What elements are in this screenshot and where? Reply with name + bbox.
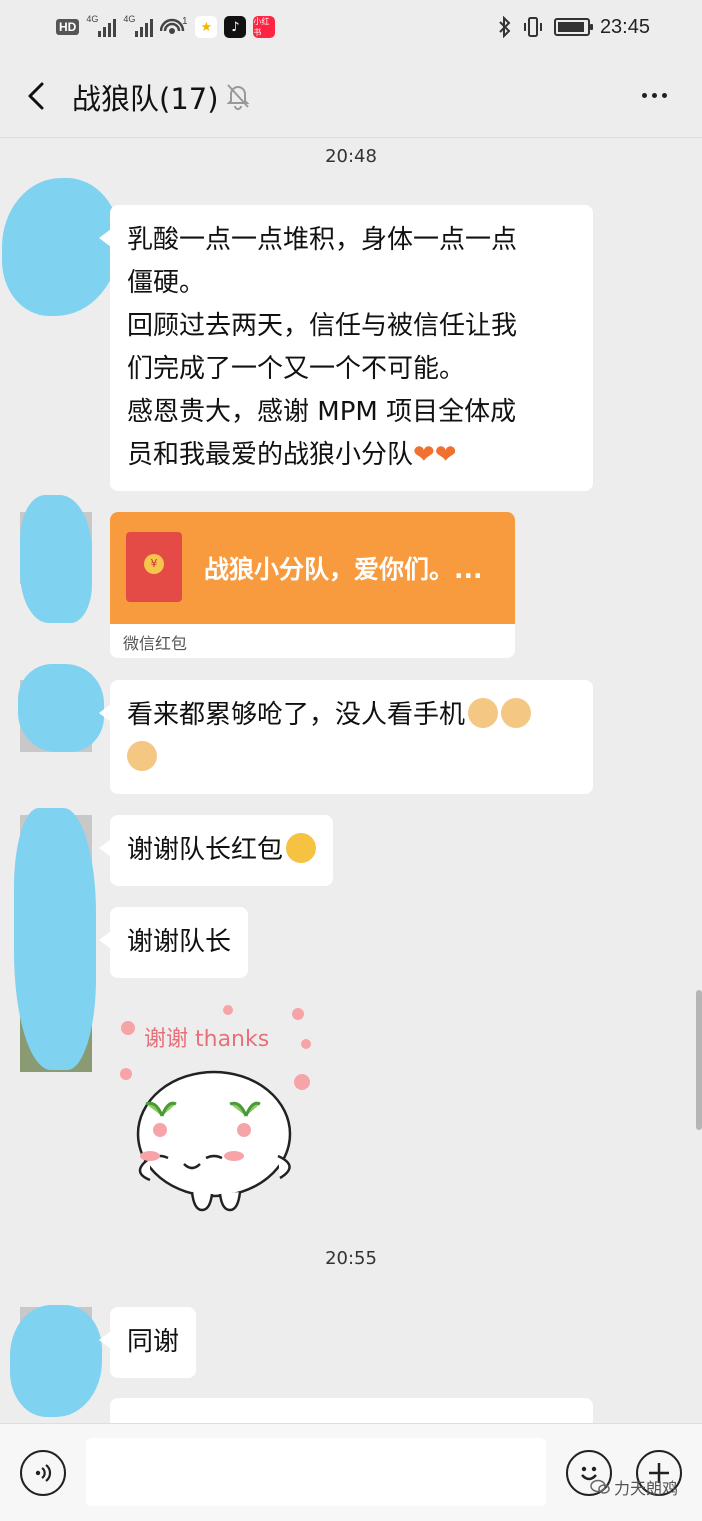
message-bubble[interactable]: 乳酸一点一点堆积，身体一点一点 僵硬。 回顾过去两天，信任与被信任让我 们完成了… [99, 205, 593, 491]
star-app-icon: ★ [195, 16, 218, 38]
handshake-emoji-icon [127, 741, 157, 771]
scrollbar[interactable] [696, 990, 702, 1130]
message-text: 看来都累够呛了，没人看手机 [127, 700, 466, 730]
bluetooth-icon [499, 16, 511, 38]
chat-header: 战狼队(17) [0, 56, 702, 138]
hd-indicator: HD [56, 19, 80, 35]
input-bar: 力天朗鸡 [0, 1423, 702, 1521]
red-envelope-icon: ¥ [126, 532, 182, 602]
chat-title: 战狼队(17) [72, 82, 219, 116]
tiktok-icon: ♪ [224, 16, 247, 38]
avatar-blur-mask [2, 178, 120, 316]
status-bar: HD 4G 4G 1 ★ ♪ 小红书 23:45 [0, 0, 702, 54]
hotspot-icon: 1 [160, 16, 188, 34]
avatar-blur-mask [18, 664, 104, 752]
back-arrow-icon[interactable] [18, 76, 58, 116]
message-line: 乳酸一点一点堆积，身体一点一点 [127, 225, 518, 255]
message-input[interactable] [86, 1438, 546, 1506]
message-bubble[interactable]: 谢谢队长 [98, 907, 249, 978]
message-text: 谢谢队长 [127, 927, 232, 957]
message-text: 同谢 [127, 1327, 180, 1357]
svg-text:谢谢 thanks: 谢谢 thanks [144, 1027, 269, 1052]
clock: 23:45 [599, 15, 650, 38]
message-line-with-emoji: 员和我最爱的战狼小分队❤❤ [127, 440, 457, 470]
message-line: 僵硬。 [127, 268, 206, 298]
avatar-blur-mask [20, 495, 92, 623]
thanks-sticker[interactable]: 谢谢 thanks [110, 996, 326, 1218]
message-line: 们完成了一个又一个不可能。 [127, 354, 466, 384]
message-bubble[interactable]: 看来都累够呛了，没人看手机 [99, 680, 593, 794]
message-bubble[interactable]: 同谢 [98, 1307, 197, 1378]
message-line: 感恩贵大，感谢 MPM 项目全体成 [127, 397, 517, 427]
signal-icon-2: 4G [123, 14, 154, 38]
xiaohongshu-icon: 小红书 [253, 16, 276, 38]
handshake-emoji-icon [468, 698, 499, 728]
message-bubble[interactable]: 谢谢队长红包 [98, 815, 334, 886]
heart-emoji-icon: ❤❤ [413, 440, 457, 470]
wechat-icon [590, 1479, 610, 1494]
avatar-blur-mask [14, 808, 96, 1070]
message-text: 谢谢队长红包 [127, 835, 284, 865]
red-packet-card[interactable]: ¥ 战狼小分队，爱你们。... 微信红包 [110, 512, 515, 658]
handshake-emoji-icon [501, 698, 532, 728]
timestamp: 20:55 [325, 1248, 377, 1269]
avatar-blur-mask [10, 1305, 102, 1417]
smirk-emoji-icon [286, 833, 317, 863]
voice-icon[interactable] [20, 1450, 66, 1496]
more-dots-icon[interactable] [634, 78, 674, 112]
battery-icon [553, 18, 593, 36]
timestamp: 20:48 [325, 146, 377, 167]
message-line: 回顾过去两天，信任与被信任让我 [127, 311, 518, 341]
red-packet-title: 战狼小分队，爱你们。... [204, 555, 483, 584]
red-packet-label: 微信红包 [123, 634, 188, 653]
svg-text:1: 1 [182, 16, 188, 27]
mute-bell-icon [226, 84, 250, 110]
signal-icon: 4G [86, 14, 117, 38]
vibrate-icon [523, 17, 542, 37]
watermark: 力天朗鸡 [590, 1475, 678, 1499]
